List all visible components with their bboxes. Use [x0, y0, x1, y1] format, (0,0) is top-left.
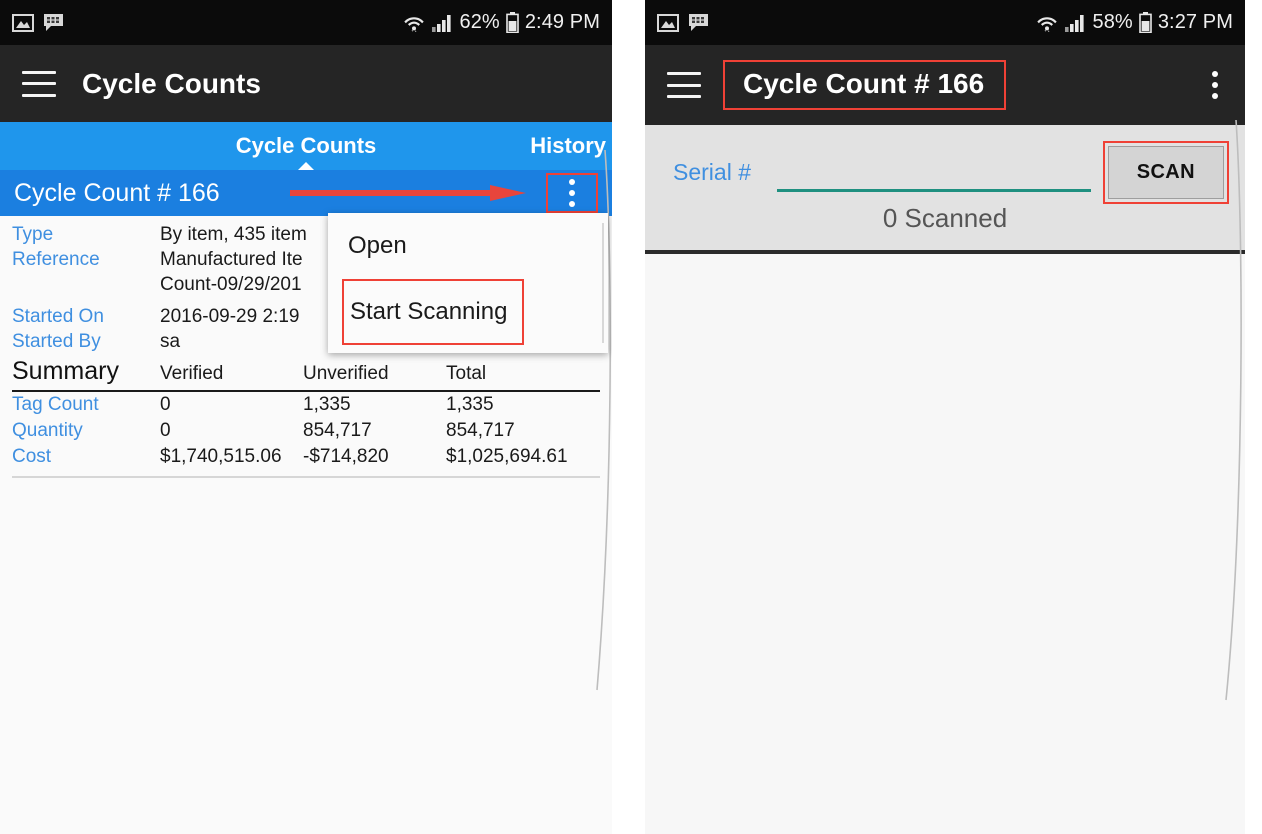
scan-button[interactable]: SCAN	[1107, 145, 1224, 199]
summary-column-unverified: Unverified	[303, 363, 389, 384]
detail-value: 2016-09-29 2:19	[160, 306, 300, 327]
hamburger-icon[interactable]	[22, 70, 56, 97]
detail-value: Count-09/29/201	[160, 274, 302, 295]
serial-input[interactable]	[776, 152, 1091, 192]
summary-column-verified: Verified	[160, 363, 224, 384]
kebab-menu-icon	[569, 179, 575, 207]
summary-cell-verified: 0	[160, 420, 171, 441]
serial-field-wrapper	[776, 152, 1091, 192]
annotation-arrow-icon	[290, 185, 526, 201]
summary-title: Summary	[12, 357, 119, 385]
detail-label: Started On	[12, 306, 104, 327]
summary-cell-unverified: -$714,820	[303, 446, 389, 467]
overflow-dropdown-menu: Open Start Scanning	[328, 213, 608, 353]
summary-row-label: Quantity	[12, 420, 83, 441]
summary-column-total: Total	[446, 363, 487, 384]
detail-label: Type	[12, 224, 54, 245]
tab-bar: Cycle Counts History	[0, 122, 612, 170]
signal-icon	[1065, 14, 1085, 32]
summary-cell-total: 1,335	[446, 394, 494, 415]
page-title-highlight: Cycle Count # 166	[723, 60, 1007, 110]
summary-cell-verified: $1,740,515.06	[160, 446, 282, 467]
scanned-count-label: 0 Scanned	[882, 203, 1008, 233]
tab-active-indicator	[298, 162, 314, 170]
table-row: Tag Count 0 1,335 1,335	[0, 392, 612, 418]
tab-history[interactable]: History	[530, 133, 606, 159]
summary-cell-total: 854,717	[446, 420, 515, 441]
wifi-icon	[404, 16, 425, 32]
battery-percent-label: 62%	[459, 11, 500, 33]
serial-entry-row: Serial # SCAN	[645, 140, 1245, 204]
status-bar-notification-icons	[12, 13, 64, 32]
status-bar-clock: 3:27 PM	[1157, 11, 1233, 33]
wifi-icon	[1037, 16, 1058, 32]
serial-label: Serial #	[673, 158, 751, 185]
menu-item-start-scanning[interactable]: Start Scanning	[342, 279, 524, 345]
left-status-bar: 62% 2:49 PM	[0, 0, 612, 45]
detail-value: Manufactured Ite	[160, 249, 303, 270]
battery-icon	[506, 12, 519, 33]
record-title: Cycle Count # 166	[14, 178, 220, 207]
selected-record-row[interactable]: Cycle Count # 166	[0, 170, 612, 216]
left-phone-panel: 62% 2:49 PM Cycle Counts Cycle Counts Hi…	[0, 0, 612, 834]
status-bar-system-icons: 62% 2:49 PM	[403, 11, 600, 34]
summary-cell-total: $1,025,694.61	[446, 446, 568, 467]
right-app-bar: Cycle Count # 166	[645, 45, 1245, 125]
summary-cell-verified: 0	[160, 394, 171, 415]
status-bar-notification-icons	[657, 13, 709, 32]
battery-icon	[1139, 12, 1152, 33]
summary-row-label: Cost	[12, 446, 52, 467]
status-bar-clock: 2:49 PM	[524, 11, 600, 33]
scanned-items-list	[645, 254, 1245, 834]
table-row: Quantity 0 854,717 854,717	[0, 418, 612, 444]
table-row: Cost $1,740,515.06 -$714,820 $1,025,694.…	[0, 444, 612, 470]
record-overflow-menu-button[interactable]	[546, 173, 598, 213]
screenshot-stage: 62% 2:49 PM Cycle Counts Cycle Counts Hi…	[0, 0, 1262, 834]
right-status-bar: 58% 3:27 PM	[645, 0, 1245, 45]
summary-cell-unverified: 1,335	[303, 394, 351, 415]
left-app-bar: Cycle Counts	[0, 45, 612, 122]
right-phone-panel: 58% 3:27 PM Cycle Count # 166 Serial # S…	[645, 0, 1245, 834]
summary-bottom-divider	[12, 476, 600, 478]
message-icon	[44, 14, 63, 31]
summary-header-row: Summary Verified Unverified Total	[0, 357, 612, 386]
message-icon	[689, 14, 708, 31]
status-bar-system-icons: 58% 3:27 PM	[1036, 11, 1233, 34]
detail-label: Reference	[12, 249, 100, 270]
left-empty-body	[0, 478, 612, 834]
scan-button-highlight: SCAN	[1102, 140, 1229, 204]
detail-value: By item, 435 item	[160, 224, 307, 245]
menu-scrollbar[interactable]	[602, 223, 604, 343]
hamburger-icon[interactable]	[667, 72, 701, 98]
page-title: Cycle Counts	[82, 67, 261, 99]
tab-cycle-counts[interactable]: Cycle Counts	[0, 133, 612, 159]
summary-cell-unverified: 854,717	[303, 420, 372, 441]
scan-panel: Serial # SCAN 0 Scanned	[645, 125, 1245, 250]
detail-label: Started By	[12, 331, 101, 352]
image-icon	[12, 13, 34, 32]
page-title: Cycle Count # 166	[743, 68, 985, 99]
signal-icon	[432, 14, 452, 32]
summary-row-label: Tag Count	[12, 394, 99, 415]
image-icon	[657, 13, 679, 32]
battery-percent-label: 58%	[1092, 11, 1133, 33]
kebab-menu-icon[interactable]	[1201, 67, 1229, 103]
menu-item-open[interactable]: Open	[328, 213, 608, 279]
detail-value: sa	[160, 331, 181, 352]
